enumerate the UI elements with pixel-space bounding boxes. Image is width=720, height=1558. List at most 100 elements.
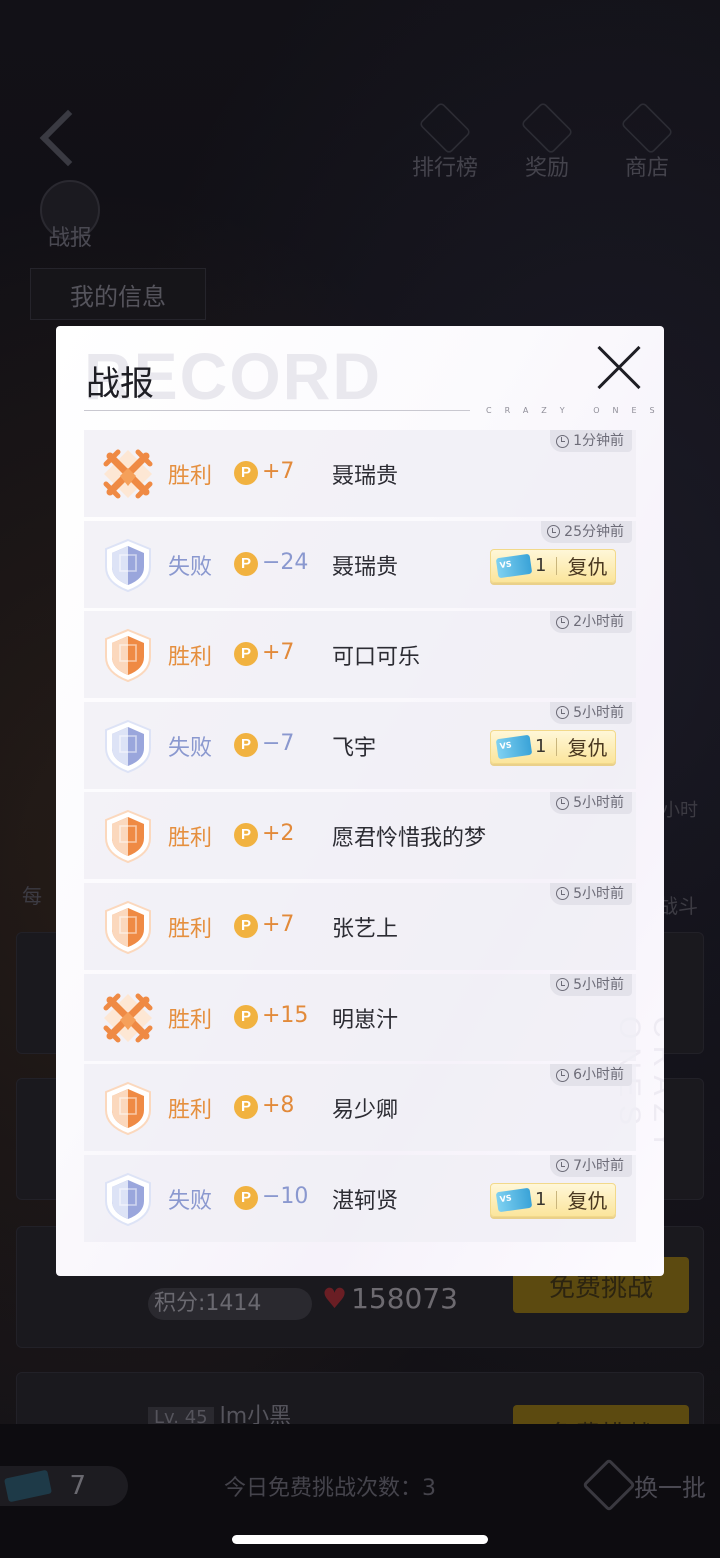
record-row: 1分钟前 胜利 P +7 聂瑞贵 xyxy=(84,430,636,517)
record-row: 25分钟前 失败 P −24 聂瑞贵 1 复仇 xyxy=(84,520,636,608)
revenge-label: 复仇 xyxy=(567,1189,608,1214)
timestamp-text: 2小时前 xyxy=(573,614,624,631)
points-change: +8 xyxy=(262,1093,295,1119)
opponent-name: 可口可乐 xyxy=(332,645,421,671)
points-coin-icon: P xyxy=(234,913,258,938)
opponent-name: 张艺上 xyxy=(332,916,399,942)
points-change: +15 xyxy=(262,1002,309,1028)
ticket-icon xyxy=(3,1469,53,1503)
ticket-counter: 7 xyxy=(0,1466,128,1506)
shield-icon xyxy=(105,538,151,592)
crossed-swords-icon xyxy=(103,449,153,499)
clock-icon xyxy=(556,796,570,810)
points-change: −7 xyxy=(262,730,295,756)
record-entry-button[interactable]: 战报 xyxy=(40,180,100,252)
opponent-name: 易少卿 xyxy=(332,1098,399,1124)
points-change: +7 xyxy=(262,459,295,484)
record-row: 2小时前 胜利 P +7 可口可乐 xyxy=(84,611,636,699)
timestamp-text: 1分钟前 xyxy=(573,433,624,449)
timestamp-text: 6小时前 xyxy=(573,1067,624,1084)
reward-button[interactable]: 奖励 xyxy=(520,101,574,182)
refresh-label: 换一批 xyxy=(634,1473,706,1502)
result-text: 失败 xyxy=(168,554,213,580)
points-change: −10 xyxy=(262,1183,309,1209)
home-indicator[interactable] xyxy=(232,1535,488,1544)
revenge-ticket-count: 1 xyxy=(535,736,547,758)
result-text: 胜利 xyxy=(168,464,213,489)
record-row: 5小时前 胜利 P +15 明崽汁 xyxy=(84,973,636,1061)
back-arrow-icon[interactable] xyxy=(39,109,97,167)
record-entry-label: 战报 xyxy=(47,226,92,251)
free-challenge-count: 今日免费挑战次数：3 xyxy=(224,1476,436,1501)
clock-icon xyxy=(547,525,561,539)
record-row: 7小时前 失败 P −10 湛轲贤 1 复仇 xyxy=(84,1154,636,1242)
shield-icon xyxy=(105,719,151,773)
modal-title: 战报 xyxy=(86,364,154,404)
timestamp-text: 7小时前 xyxy=(573,1157,624,1174)
points-coin-icon: P xyxy=(234,1185,258,1210)
timestamp-pill: 7小时前 xyxy=(550,1154,632,1177)
shield-icon xyxy=(105,900,151,955)
revenge-label: 复仇 xyxy=(567,555,608,580)
shop-label: 商店 xyxy=(624,156,669,181)
clock-icon xyxy=(556,1159,570,1173)
result-text: 胜利 xyxy=(168,1007,213,1033)
result-text: 胜利 xyxy=(168,916,213,942)
crossed-swords-icon xyxy=(103,993,153,1043)
hearts-value: 158073 xyxy=(351,1282,458,1315)
brand-strip: CRAZY ONES xyxy=(486,406,664,415)
clock-icon xyxy=(556,1068,570,1082)
points-coin-icon: P xyxy=(234,461,258,485)
points-change: +2 xyxy=(262,821,295,847)
revenge-button[interactable]: 1 复仇 xyxy=(490,1182,616,1217)
points-coin-icon: P xyxy=(234,642,258,667)
opponent-name: 湛轲贤 xyxy=(332,1188,399,1214)
timestamp-pill: 25分钟前 xyxy=(541,520,632,543)
record-list: 1分钟前 胜利 P +7 聂瑞贵 25分钟前 失败 P −24 聂瑞贵 1复仇 … xyxy=(84,430,636,1245)
shop-button[interactable]: 商店 xyxy=(620,101,674,182)
result-text: 胜利 xyxy=(168,826,213,852)
record-row: 6小时前 胜利 P +8 易少卿 xyxy=(84,1064,636,1152)
shield-icon xyxy=(105,810,151,864)
ranking-label: 排行榜 xyxy=(412,156,479,181)
opponent-name: 聂瑞贵 xyxy=(332,554,399,580)
points-coin-icon: P xyxy=(234,732,258,757)
revenge-ticket-count: 1 xyxy=(535,555,547,577)
clock-icon xyxy=(556,615,570,629)
clock-icon xyxy=(556,706,570,720)
refresh-button[interactable]: 换一批 xyxy=(582,1458,706,1512)
revenge-button[interactable]: 1 复仇 xyxy=(490,729,616,764)
points-change: −24 xyxy=(262,549,309,575)
record-row: 5小时前 胜利 P +7 张艺上 xyxy=(84,882,636,970)
separator xyxy=(556,737,558,756)
close-button[interactable] xyxy=(594,344,642,392)
revenge-button[interactable]: 1 复仇 xyxy=(490,548,616,583)
timestamp-text: 5小时前 xyxy=(573,885,624,902)
timestamp-pill: 5小时前 xyxy=(550,792,632,815)
refresh-icon xyxy=(582,1458,636,1512)
timestamp-pill: 6小时前 xyxy=(550,1064,632,1087)
my-info-tab[interactable]: 我的信息 xyxy=(30,268,206,320)
timestamp-pill: 5小时前 xyxy=(550,701,632,724)
opponent-name: 愿君怜惜我的梦 xyxy=(332,826,487,852)
record-row: 5小时前 失败 P −7 飞宇 1 复仇 xyxy=(84,701,636,789)
clock-icon xyxy=(556,434,570,448)
ticket-count: 7 xyxy=(69,1471,86,1501)
points-change: +7 xyxy=(262,640,295,666)
ticket-icon xyxy=(495,553,533,578)
fight-label: 战斗 xyxy=(658,894,698,918)
shield-icon xyxy=(105,629,151,683)
timestamp-text: 25分钟前 xyxy=(564,523,624,540)
separator xyxy=(556,1190,558,1209)
revenge-label: 复仇 xyxy=(567,736,608,761)
points-coin-icon: P xyxy=(234,1004,258,1029)
result-text: 失败 xyxy=(168,735,213,761)
hearts-row: ♥ 158073 xyxy=(322,1282,458,1315)
title-divider xyxy=(84,410,470,411)
shield-icon xyxy=(105,1172,151,1226)
timestamp-text: 5小时前 xyxy=(573,976,624,993)
timestamp-pill: 5小时前 xyxy=(550,973,632,996)
ranking-button[interactable]: 排行榜 xyxy=(412,101,479,182)
score-pill: 积分:1414 xyxy=(148,1288,312,1320)
result-text: 失败 xyxy=(168,1188,213,1214)
